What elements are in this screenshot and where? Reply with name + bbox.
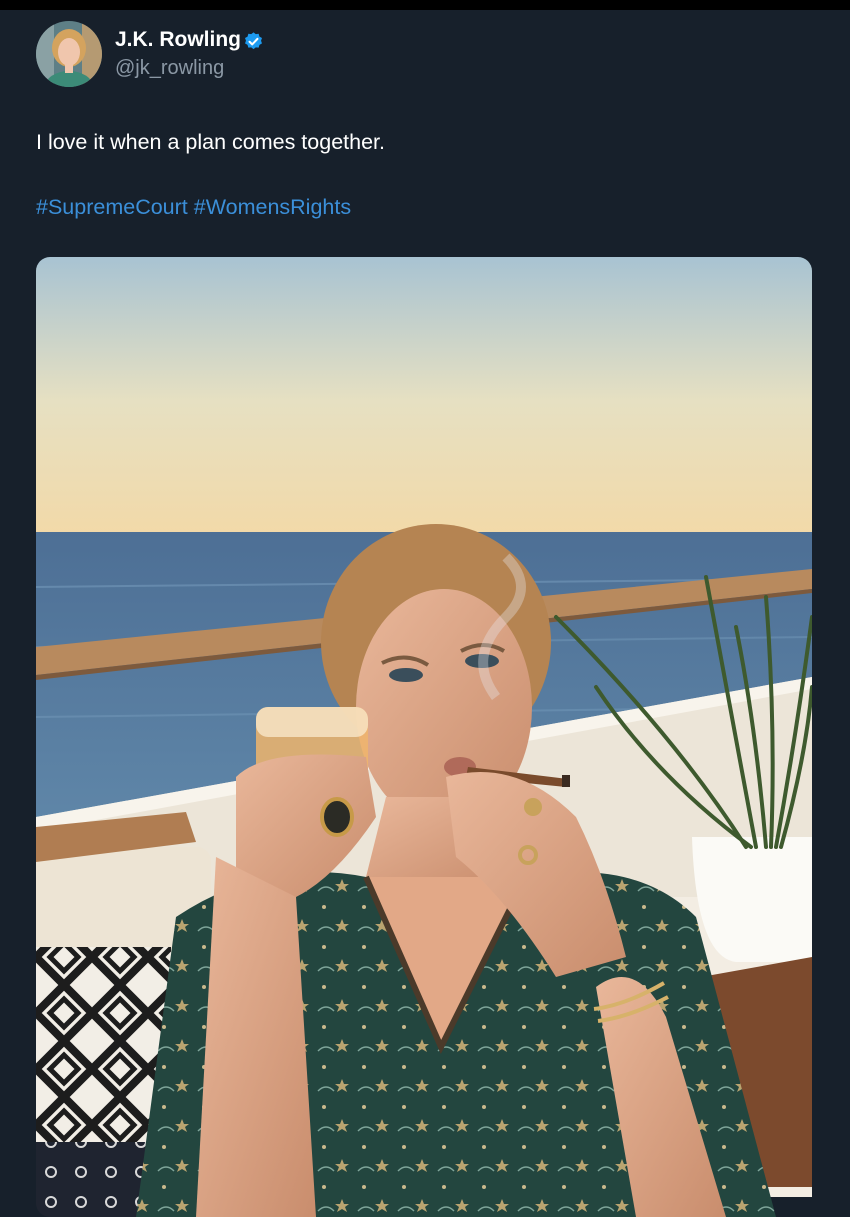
hashtag-row: #SupremeCourt #WomensRights bbox=[36, 195, 351, 220]
photo-woman-on-yacht bbox=[36, 257, 812, 1217]
top-status-bar bbox=[0, 0, 850, 10]
hashtag-link[interactable]: #SupremeCourt bbox=[36, 195, 188, 219]
verified-badge-icon bbox=[245, 32, 262, 50]
hashtag-link[interactable]: #WomensRights bbox=[194, 195, 351, 219]
tweet-media-photo[interactable] bbox=[36, 257, 812, 1217]
author-handle[interactable]: @jk_rowling bbox=[115, 57, 224, 80]
author-avatar[interactable] bbox=[36, 21, 102, 87]
author-name[interactable]: J.K. Rowling bbox=[115, 28, 241, 52]
avatar-photo bbox=[36, 21, 102, 87]
tweet-text: I love it when a plan comes together. bbox=[36, 130, 385, 154]
